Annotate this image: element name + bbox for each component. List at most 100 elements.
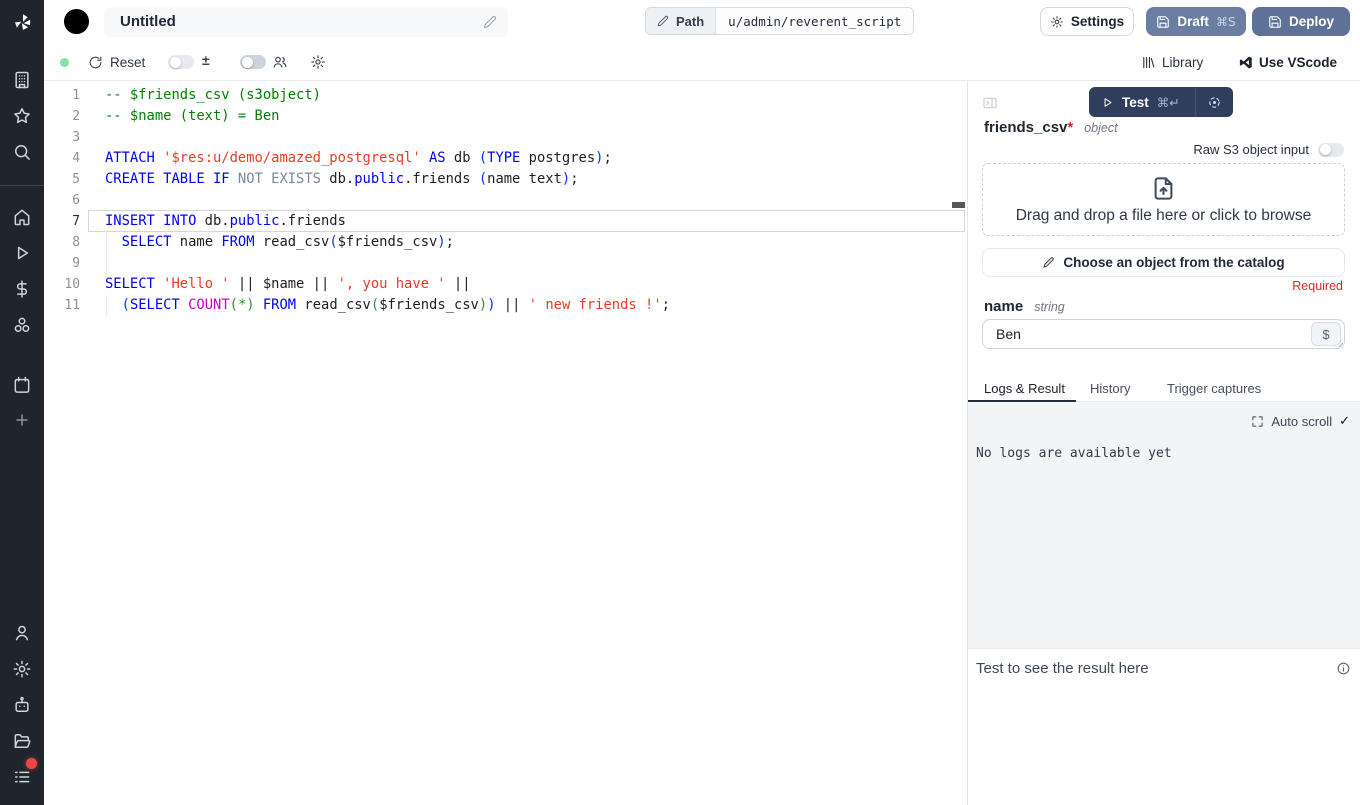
code-editor[interactable]: 1-- $friends_csv (s3object)2 -- $name (te…	[44, 81, 967, 805]
code-line[interactable]: 5CREATE TABLE IF NOT EXISTS db.public.fr…	[44, 169, 967, 190]
code-line[interactable]: 10SELECT 'Hello ' || $name || ', you hav…	[44, 274, 967, 295]
notification-dot	[26, 758, 37, 769]
variable-picker-button[interactable]: $	[1311, 322, 1341, 346]
script-title-input[interactable]: Untitled	[104, 7, 508, 37]
windmill-logo[interactable]	[0, 0, 44, 44]
name-input-value: Ben	[996, 320, 1021, 348]
code-line[interactable]: 6	[44, 190, 967, 211]
search-icon[interactable]	[12, 142, 32, 162]
schedules-calendar-icon[interactable]	[12, 375, 32, 395]
autoscroll-label: Auto scroll	[1271, 414, 1332, 429]
draft-button[interactable]: Draft ⌘S	[1146, 7, 1246, 36]
code-token: public	[354, 171, 404, 187]
code-text: -- $name (text) = Ben	[80, 106, 279, 127]
editor-settings-gear-icon[interactable]	[310, 54, 326, 70]
home-icon[interactable]	[12, 207, 32, 227]
test-button[interactable]: Test ⌘↵	[1089, 95, 1195, 110]
raw-s3-toggle[interactable]	[1318, 143, 1344, 157]
code-line[interactable]: 9	[44, 253, 967, 274]
capture-test-button[interactable]	[1196, 87, 1233, 117]
resources-icon[interactable]	[12, 315, 32, 335]
collapse-panel-icon[interactable]	[981, 95, 999, 111]
path-label: Path	[676, 14, 704, 29]
edit-path-pencil-icon	[657, 15, 669, 27]
multiplayer-toggle[interactable]	[240, 55, 266, 69]
line-number[interactable]: 8	[44, 232, 80, 253]
pen-icon	[1042, 256, 1055, 269]
vscode-icon	[1238, 55, 1253, 70]
file-dropzone[interactable]: Drag and drop a file here or click to br…	[982, 163, 1345, 236]
arg-type: string	[1034, 300, 1065, 314]
code-token: )	[437, 234, 445, 250]
line-number[interactable]: 10	[44, 274, 80, 295]
tab-logs-result[interactable]: Logs & Result	[984, 381, 1065, 396]
choose-object-catalog-button[interactable]: Choose an object from the catalog	[982, 248, 1345, 277]
runs-play-icon[interactable]	[12, 243, 32, 263]
code-token: (*)	[230, 297, 255, 313]
bot-icon[interactable]	[12, 695, 32, 715]
deploy-button[interactable]: Deploy	[1252, 7, 1350, 36]
header: Untitled Path u/admin/reverent_script Se…	[44, 0, 1360, 44]
code-token: -- $name (text) = Ben	[105, 108, 279, 124]
code-token: (	[329, 234, 337, 250]
required-label: Required	[1292, 279, 1343, 293]
line-number[interactable]: 5	[44, 169, 80, 190]
arg-name-header: name string	[984, 298, 1065, 315]
autoscroll-control[interactable]: Auto scroll ✓	[1251, 414, 1350, 429]
code-text: SELECT name FROM read_csv($friends_csv);	[80, 232, 454, 253]
name-text-input[interactable]: Ben $	[982, 319, 1345, 349]
edit-title-pencil-icon[interactable]	[483, 15, 497, 29]
line-number[interactable]: 3	[44, 127, 80, 148]
plus-minus-icon[interactable]: ±	[202, 52, 210, 68]
line-number[interactable]: 1	[44, 85, 80, 106]
code-token: SELECT	[122, 234, 172, 250]
line-number[interactable]: 2	[44, 106, 80, 127]
code-line[interactable]: 2 -- $name (text) = Ben	[44, 106, 967, 127]
code-line[interactable]: 4ATTACH '$res:u/demo/amazed_postgresql' …	[44, 148, 967, 169]
code-line[interactable]: 1-- $friends_csv (s3object)	[44, 85, 967, 106]
line-number[interactable]: 6	[44, 190, 80, 211]
settings-gear-icon	[1050, 15, 1064, 29]
code-token	[105, 297, 122, 313]
audit-list-icon[interactable]	[12, 767, 32, 787]
workspace-building-icon[interactable]	[12, 70, 32, 90]
reset-button[interactable]: Reset	[88, 44, 145, 80]
status-dot	[60, 58, 69, 67]
library-button[interactable]: Library	[1141, 44, 1203, 80]
code-token: '$res:u/demo/amazed_postgresql'	[163, 150, 421, 166]
code-token: name	[171, 234, 221, 250]
settings-gear-icon[interactable]	[12, 659, 32, 679]
code-token: ;	[603, 150, 611, 166]
info-icon[interactable]	[1336, 661, 1351, 676]
code-line[interactable]: 11 (SELECT COUNT(*) FROM read_csv($frien…	[44, 295, 967, 316]
code-text: (SELECT COUNT(*) FROM read_csv($friends_…	[80, 295, 670, 316]
script-path-chip[interactable]: Path u/admin/reverent_script	[645, 7, 914, 35]
favorites-star-icon[interactable]	[12, 106, 32, 126]
code-text: SELECT 'Hello ' || $name || ', you have …	[80, 274, 471, 295]
code-token: ;	[570, 171, 578, 187]
variables-dollar-icon[interactable]	[12, 279, 32, 299]
code-line[interactable]: 3	[44, 127, 967, 148]
use-vscode-button[interactable]: Use VScode	[1238, 44, 1337, 80]
save-icon	[1268, 15, 1282, 29]
dropzone-label: Drag and drop a file here or click to br…	[1016, 207, 1312, 225]
line-number[interactable]: 7	[44, 211, 80, 232]
code-text	[80, 190, 105, 211]
code-line[interactable]: 8 SELECT name FROM read_csv($friends_csv…	[44, 232, 967, 253]
code-token: .friends	[404, 171, 479, 187]
tab-history[interactable]: History	[1090, 381, 1130, 396]
line-number[interactable]: 11	[44, 295, 80, 316]
code-line[interactable]: 7INSERT INTO db.public.friends	[44, 211, 967, 232]
folder-icon[interactable]	[12, 731, 32, 751]
settings-button[interactable]: Settings	[1040, 7, 1134, 36]
tab-trigger-captures[interactable]: Trigger captures	[1167, 381, 1261, 396]
overview-ruler-cursor-mark	[952, 202, 965, 208]
script-title: Untitled	[120, 13, 176, 30]
code-token: ;	[662, 297, 670, 313]
line-number[interactable]: 4	[44, 148, 80, 169]
user-icon[interactable]	[12, 623, 32, 643]
refresh-icon	[88, 55, 103, 70]
add-plus-icon[interactable]	[12, 410, 32, 430]
line-number[interactable]: 9	[44, 253, 80, 274]
diff-toggle[interactable]	[168, 55, 194, 69]
